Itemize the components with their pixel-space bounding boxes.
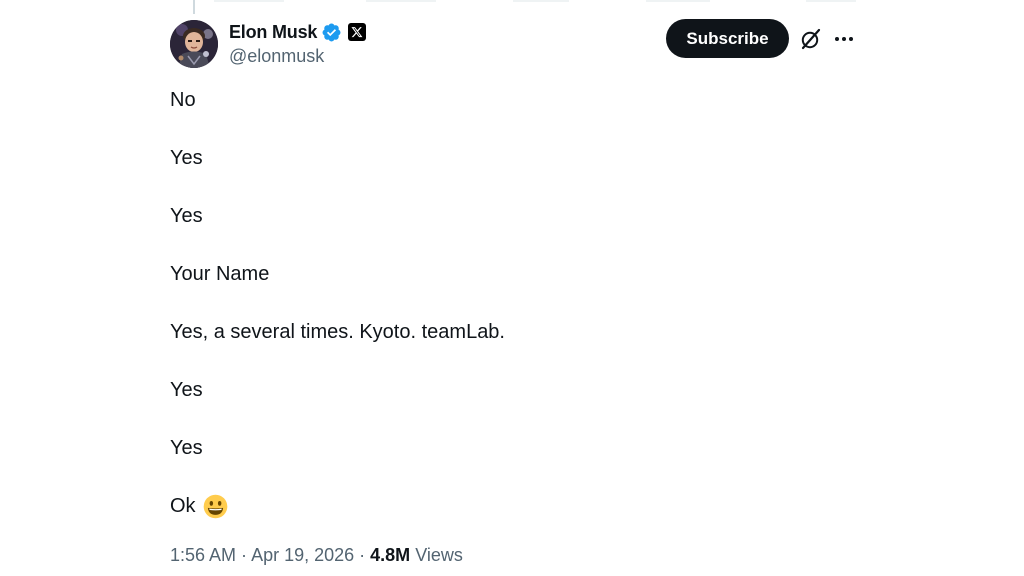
top-divider-fragment: [806, 0, 856, 2]
subscribe-button[interactable]: Subscribe: [666, 19, 789, 58]
avatar-image: [170, 20, 218, 68]
grinning-face-emoji: [203, 494, 227, 518]
post-time[interactable]: 1:56 AM: [170, 545, 236, 565]
top-divider-fragment: [513, 0, 569, 2]
meta-separator: ·: [354, 545, 371, 565]
post-date[interactable]: Apr 19, 2026: [251, 545, 354, 565]
post-line: Yes: [170, 437, 203, 459]
post-line: No: [170, 89, 196, 111]
thread-connector-line: [193, 0, 195, 14]
top-divider-fragment: [646, 0, 710, 2]
post-line: Yes: [170, 147, 203, 169]
post-text: No Yes Yes Your Name Yes, a several time…: [170, 88, 870, 552]
avatar[interactable]: [170, 20, 218, 68]
views-label: Views: [415, 545, 463, 565]
post-line: Yes: [170, 205, 203, 227]
top-divider-fragment: [214, 0, 284, 2]
post-meta: 1:56 AM · Apr 19, 2026 · 4.8M Views: [170, 545, 463, 566]
post-detail: Elon Musk @elonmusk Subscribe No Yes Yes…: [0, 0, 1024, 576]
name-row: Elon Musk: [229, 20, 367, 44]
top-divider-fragment: [366, 0, 436, 2]
grok-icon[interactable]: [799, 27, 823, 51]
x-logo-icon[interactable]: [348, 23, 367, 41]
user-handle[interactable]: @elonmusk: [229, 46, 366, 67]
post-line: Yes, a several times. Kyoto. teamLab.: [170, 321, 505, 343]
post-line-text: Ok: [170, 495, 196, 517]
more-horizontal-icon[interactable]: [832, 27, 856, 51]
views-count: 4.8M: [370, 545, 411, 565]
post-line: Your Name: [170, 263, 270, 285]
verified-badge-icon[interactable]: [321, 22, 342, 43]
author-block: Elon Musk @elonmusk: [229, 20, 367, 67]
post-line: Yes: [170, 379, 203, 401]
meta-separator: ·: [236, 545, 252, 565]
post-line-last: Ok: [170, 494, 870, 518]
display-name[interactable]: Elon Musk: [229, 22, 317, 43]
